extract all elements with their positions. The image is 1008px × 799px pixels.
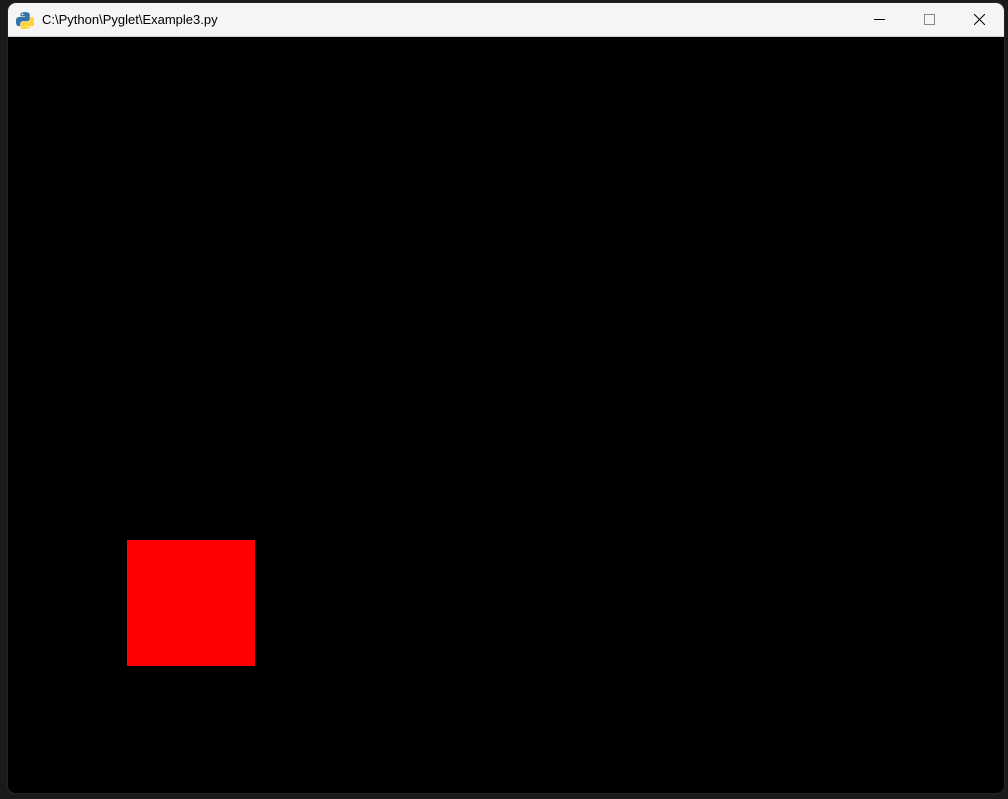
minimize-button[interactable] xyxy=(854,3,904,36)
pyglet-canvas[interactable] xyxy=(8,37,1004,793)
red-rectangle xyxy=(127,540,255,666)
window-controls xyxy=(854,3,1004,36)
window-title: C:\Python\Pyglet\Example3.py xyxy=(42,12,854,27)
titlebar[interactable]: C:\Python\Pyglet\Example3.py xyxy=(8,3,1004,37)
close-button[interactable] xyxy=(954,3,1004,36)
python-app-icon xyxy=(16,11,34,29)
application-window: C:\Python\Pyglet\Example3.py xyxy=(8,3,1004,793)
maximize-button[interactable] xyxy=(904,3,954,36)
